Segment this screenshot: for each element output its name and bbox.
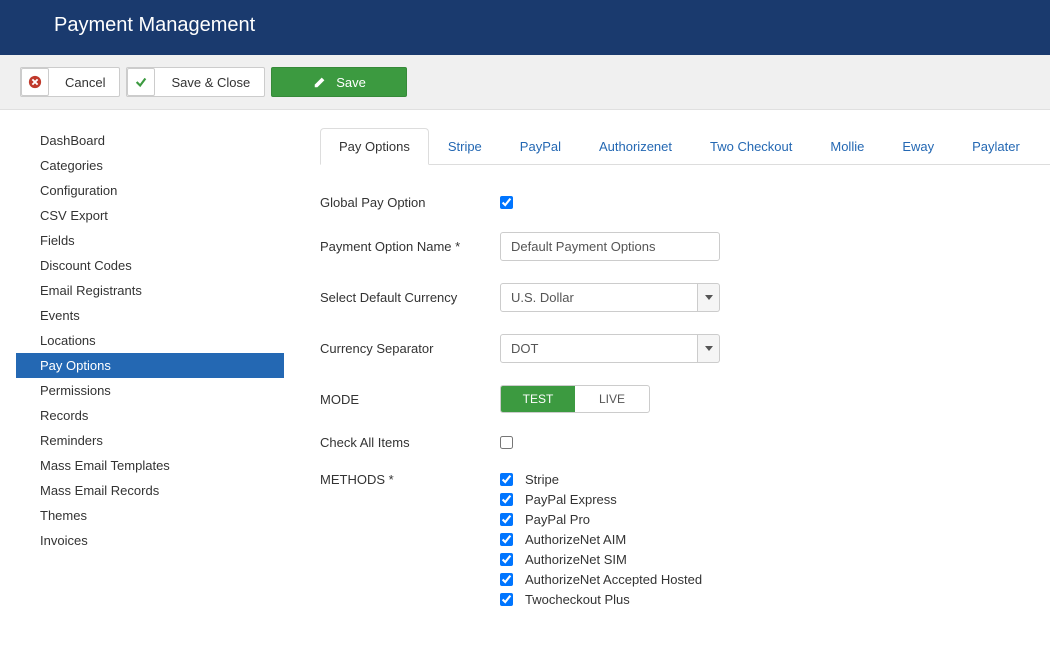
- save-label: Save: [336, 75, 366, 90]
- sidebar-item-permissions[interactable]: Permissions: [16, 378, 284, 403]
- method-checkbox[interactable]: [500, 473, 513, 486]
- method-row: Twocheckout Plus: [500, 592, 702, 607]
- method-checkbox[interactable]: [500, 553, 513, 566]
- tab-paylater[interactable]: Paylater: [953, 128, 1039, 165]
- method-row: PayPal Pro: [500, 512, 702, 527]
- mode-option-test[interactable]: TEST: [501, 386, 575, 412]
- method-row: AuthorizeNet Accepted Hosted: [500, 572, 702, 587]
- page-header: Payment Management: [0, 0, 1050, 55]
- method-label: AuthorizeNet AIM: [525, 532, 626, 547]
- sidebar-item-reminders[interactable]: Reminders: [16, 428, 284, 453]
- sidebar-item-categories[interactable]: Categories: [16, 153, 284, 178]
- tab-mollie[interactable]: Mollie: [811, 128, 883, 165]
- save-close-label: Save & Close: [171, 75, 250, 90]
- payment-name-input[interactable]: [500, 232, 720, 261]
- check-icon: [127, 68, 155, 96]
- tab-eway[interactable]: Eway: [883, 128, 953, 165]
- pay-options-form: Global Pay Option Payment Option Name * …: [320, 165, 1050, 607]
- method-label: Twocheckout Plus: [525, 592, 630, 607]
- currency-value: U.S. Dollar: [500, 283, 698, 312]
- sidebar-item-locations[interactable]: Locations: [16, 328, 284, 353]
- separator-label: Currency Separator: [320, 341, 500, 356]
- method-checkbox[interactable]: [500, 493, 513, 506]
- method-checkbox[interactable]: [500, 573, 513, 586]
- method-label: PayPal Pro: [525, 512, 590, 527]
- sidebar-item-csv-export[interactable]: CSV Export: [16, 203, 284, 228]
- sidebar-item-dashboard[interactable]: DashBoard: [16, 128, 284, 153]
- checkall-label: Check All Items: [320, 435, 500, 450]
- mode-option-live[interactable]: LIVE: [575, 386, 649, 412]
- edit-icon: [312, 74, 328, 90]
- method-label: PayPal Express: [525, 492, 617, 507]
- cancel-icon: [21, 68, 49, 96]
- sidebar: DashBoardCategoriesConfigurationCSV Expo…: [0, 110, 300, 669]
- save-button[interactable]: Save: [271, 67, 407, 97]
- tab-stripe[interactable]: Stripe: [429, 128, 501, 165]
- global-pay-label: Global Pay Option: [320, 195, 500, 210]
- separator-value: DOT: [500, 334, 698, 363]
- currency-label: Select Default Currency: [320, 290, 500, 305]
- action-toolbar: Cancel Save & Close Save: [0, 55, 1050, 110]
- currency-select[interactable]: U.S. Dollar: [500, 283, 720, 312]
- method-label: Stripe: [525, 472, 559, 487]
- sidebar-item-email-registrants[interactable]: Email Registrants: [16, 278, 284, 303]
- tab-authorizenet[interactable]: Authorizenet: [580, 128, 691, 165]
- separator-select[interactable]: DOT: [500, 334, 720, 363]
- sidebar-item-configuration[interactable]: Configuration: [16, 178, 284, 203]
- mode-label: MODE: [320, 392, 500, 407]
- global-pay-checkbox[interactable]: [500, 196, 513, 209]
- tab-two-checkout[interactable]: Two Checkout: [691, 128, 811, 165]
- chevron-down-icon[interactable]: [698, 334, 720, 363]
- payment-name-label: Payment Option Name *: [320, 239, 500, 254]
- cancel-label: Cancel: [65, 75, 105, 90]
- sidebar-item-mass-email-templates[interactable]: Mass Email Templates: [16, 453, 284, 478]
- sidebar-item-themes[interactable]: Themes: [16, 503, 284, 528]
- method-label: AuthorizeNet SIM: [525, 552, 627, 567]
- method-row: AuthorizeNet AIM: [500, 532, 702, 547]
- chevron-down-icon[interactable]: [698, 283, 720, 312]
- sidebar-item-discount-codes[interactable]: Discount Codes: [16, 253, 284, 278]
- checkall-checkbox[interactable]: [500, 436, 513, 449]
- tab-pay-options[interactable]: Pay Options: [320, 128, 429, 165]
- method-row: AuthorizeNet SIM: [500, 552, 702, 567]
- sidebar-item-records[interactable]: Records: [16, 403, 284, 428]
- sidebar-item-mass-email-records[interactable]: Mass Email Records: [16, 478, 284, 503]
- methods-label: METHODS *: [320, 472, 500, 487]
- sidebar-item-pay-options[interactable]: Pay Options: [16, 353, 284, 378]
- method-label: AuthorizeNet Accepted Hosted: [525, 572, 702, 587]
- sidebar-item-invoices[interactable]: Invoices: [16, 528, 284, 553]
- methods-list: Stripe PayPal Express PayPal Pro AuthorizeN…: [500, 472, 702, 607]
- save-close-button[interactable]: Save & Close: [126, 67, 265, 97]
- mode-toggle: TESTLIVE: [500, 385, 650, 413]
- page-title: Payment Management: [54, 14, 255, 36]
- method-checkbox[interactable]: [500, 513, 513, 526]
- sidebar-item-events[interactable]: Events: [16, 303, 284, 328]
- method-checkbox[interactable]: [500, 593, 513, 606]
- method-row: Stripe: [500, 472, 702, 487]
- tab-paypal[interactable]: PayPal: [501, 128, 580, 165]
- method-row: PayPal Express: [500, 492, 702, 507]
- cancel-button[interactable]: Cancel: [20, 67, 120, 97]
- main-panel: Pay OptionsStripePayPalAuthorizenetTwo C…: [300, 110, 1050, 669]
- sidebar-item-fields[interactable]: Fields: [16, 228, 284, 253]
- tabs-bar: Pay OptionsStripePayPalAuthorizenetTwo C…: [320, 128, 1050, 165]
- method-checkbox[interactable]: [500, 533, 513, 546]
